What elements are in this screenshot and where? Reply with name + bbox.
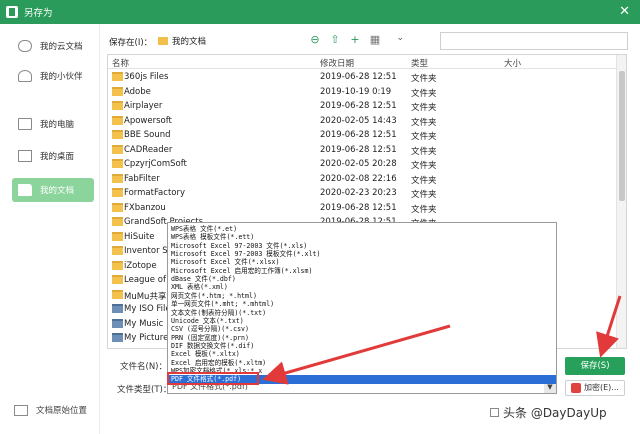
arrow-to-option — [262, 324, 451, 385]
annotation-arrows — [262, 295, 622, 385]
arrow-to-save — [596, 295, 622, 358]
